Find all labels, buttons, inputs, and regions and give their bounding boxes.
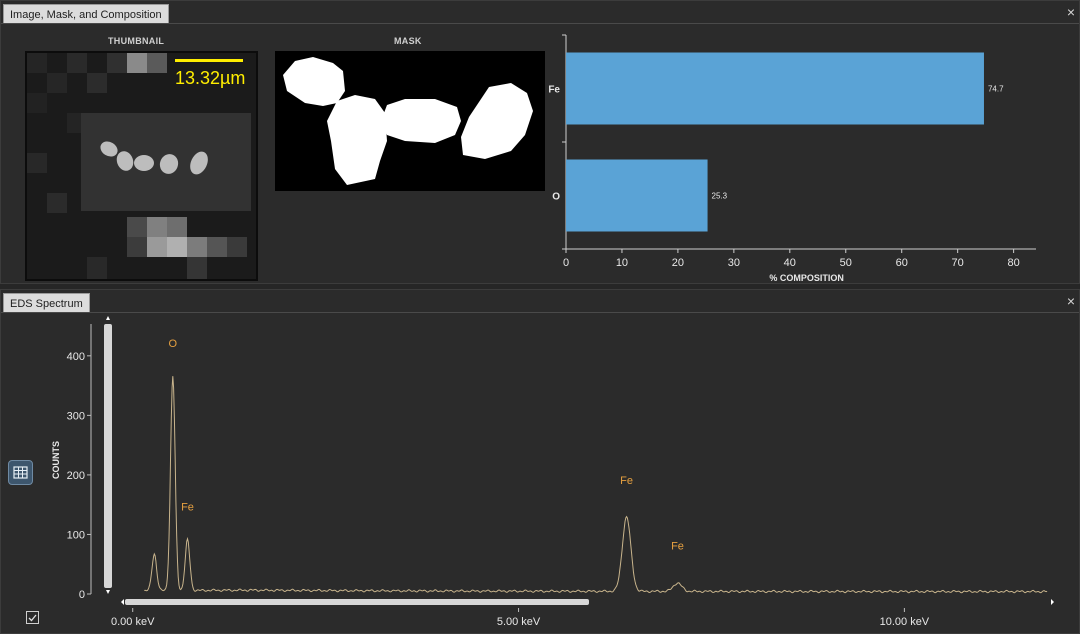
scale-label: 13.32µm — [175, 68, 246, 88]
x-tick-label: 20 — [672, 257, 684, 269]
x-tick-label: 0.00 keV — [111, 616, 155, 628]
thumbnail-image: 13.32µm — [25, 51, 258, 281]
vertical-scrollbar-thumb[interactable] — [104, 324, 112, 588]
y-tick-label: 200 — [67, 470, 85, 482]
mask-particle — [381, 99, 461, 143]
y-axis-title: COUNTS — [51, 441, 61, 479]
bar-value-label: 25.3 — [712, 192, 728, 201]
mask-graphic — [283, 57, 533, 185]
horizontal-scrollbar-thumb[interactable] — [125, 599, 589, 605]
eds-spectrum-chart: 0 100 200 300 400 COUNTS 0.00 keV 5.00 keV 10.00… — [51, 316, 1054, 628]
close-icon[interactable]: × — [1067, 4, 1075, 20]
mask-image — [275, 51, 545, 191]
x-tick-label: 50 — [840, 257, 852, 269]
composition-bar — [566, 159, 708, 232]
x-tick-label: 40 — [784, 257, 796, 269]
y-tick-label: 100 — [67, 529, 85, 541]
composition-chart: Fe 74.7 O 25.3 0 10 20 30 40 50 60 70 80 % COMPOSITIO… — [548, 34, 1036, 283]
scroll-up-icon[interactable] — [106, 316, 110, 320]
peak-label: Fe — [181, 502, 194, 514]
mask-particle — [461, 83, 533, 159]
y-tick-label: 400 — [67, 351, 85, 363]
peak-label: Fe — [671, 540, 684, 552]
category-label: Fe — [548, 85, 560, 96]
x-tick-label: 70 — [952, 257, 964, 269]
x-tick-label: 10 — [616, 257, 628, 269]
x-tick-label: 0 — [563, 257, 569, 269]
mask-particle — [327, 95, 387, 185]
y-tick-label: 300 — [67, 410, 85, 422]
x-tick-label: 80 — [1007, 257, 1019, 269]
scroll-down-icon[interactable] — [106, 590, 110, 594]
image-mask-composition-panel: Image, Mask, and Composition × THUMBNAIL… — [0, 0, 1080, 284]
scale-bar — [175, 59, 243, 62]
x-tick-label: 30 — [728, 257, 740, 269]
thumbnail-title: THUMBNAIL — [108, 36, 165, 46]
scroll-right-icon[interactable] — [1051, 599, 1054, 605]
x-axis-title: % COMPOSITION — [769, 273, 844, 283]
bar-value-label: 74.7 — [988, 85, 1004, 94]
peak-label: O — [169, 338, 178, 350]
eds-spectrum-panel: EDS Spectrum × 0 100 200 300 400 COUNTS 0.00 k… — [0, 289, 1080, 634]
x-tick-label: 5.00 keV — [497, 616, 541, 628]
x-tick-label: 10.00 keV — [880, 616, 930, 628]
spectrum-line — [144, 376, 1048, 594]
category-label: O — [552, 192, 560, 203]
composition-bar — [566, 52, 984, 125]
mask-title: MASK — [394, 36, 422, 46]
y-tick-label: 0 — [79, 589, 85, 601]
mask-particle — [283, 57, 345, 106]
peak-label: Fe — [620, 475, 633, 487]
x-tick-label: 60 — [896, 257, 908, 269]
image-mask-composition-tab[interactable]: Image, Mask, and Composition — [3, 4, 169, 24]
scroll-left-icon[interactable] — [121, 599, 124, 605]
